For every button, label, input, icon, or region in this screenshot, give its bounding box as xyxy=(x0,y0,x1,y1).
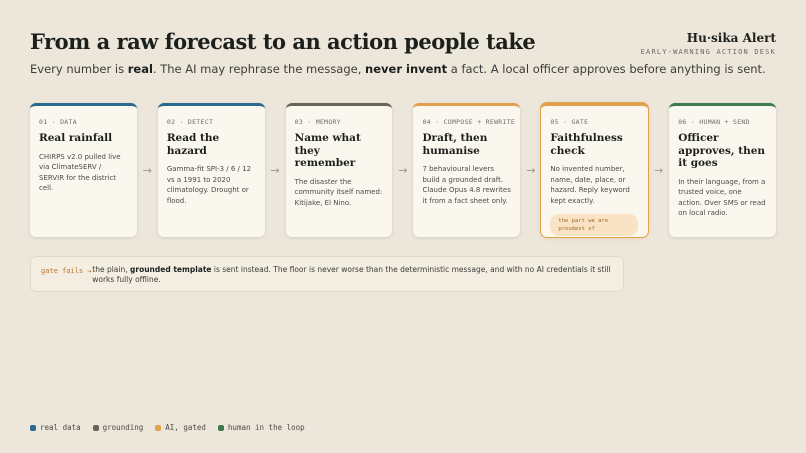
legend-label: human in the loop xyxy=(227,423,305,432)
brand-name: Hu·sika Alert xyxy=(686,31,776,45)
brand-tagline: EARLY-WARNING ACTION DESK xyxy=(640,48,776,56)
legend-label: AI, gated xyxy=(165,423,206,432)
step-title: Real rainfall xyxy=(39,132,113,144)
legend: real data grounding AI, gated human in t… xyxy=(30,423,317,432)
arrow-right-icon: → xyxy=(398,163,408,177)
step-title: Officer approves, then it goes xyxy=(678,132,766,169)
legend-swatch xyxy=(30,424,36,431)
step-title: Name what they remember xyxy=(294,132,361,169)
step-card-human-send: 06 · HUMAN + SEND Officer approves, then… xyxy=(669,103,777,237)
arrow-right-icon: → xyxy=(270,163,280,177)
page-title: From a raw forecast to an action people … xyxy=(30,29,536,54)
gate-text-part: the plain, xyxy=(92,265,130,274)
subtitle-part: Every number is xyxy=(30,62,128,76)
proudest-badge: the part we are proudest of xyxy=(550,214,639,236)
arrow-right-icon: → xyxy=(142,163,152,177)
legend-item-human-in-the-loop: human in the loop xyxy=(217,423,305,432)
step-number: 02 · DETECT xyxy=(166,118,214,126)
gate-fails-text: the plain, grounded template is sent ins… xyxy=(92,265,613,291)
step-number: 04 · COMPOSE + REWRITE xyxy=(422,118,516,126)
step-body: 7 behavioural levers build a grounded dr… xyxy=(422,165,511,205)
arrow-right-icon: → xyxy=(654,163,664,177)
step-card-gate: 05 · GATE Faithfulness check No invented… xyxy=(541,103,649,237)
page-subtitle: Every number is real. The AI may rephras… xyxy=(30,62,766,76)
step-body: The disaster the community itself named:… xyxy=(294,177,383,207)
legend-swatch xyxy=(92,424,99,431)
pipeline-steps: 01 · DATA Real rainfall CHIRPS v2.0 pull… xyxy=(30,103,777,237)
step-number: 05 · GATE xyxy=(550,118,589,126)
subtitle-emphasis-real: real xyxy=(127,62,153,76)
subtitle-emphasis-never-invent: never invent xyxy=(365,62,448,76)
legend-item-real-data: real data xyxy=(30,423,81,432)
arrow-right-icon: → xyxy=(526,163,536,177)
step-number: 01 · DATA xyxy=(39,118,77,126)
subtitle-part: . The AI may rephrase the message, xyxy=(152,62,366,76)
legend-label: grounding xyxy=(102,423,144,432)
step-title: Read the hazard xyxy=(166,132,220,157)
step-card-memory: 03 · MEMORY Name what they remember The … xyxy=(285,103,393,237)
step-card-compose: 04 · COMPOSE + REWRITE Draft, then human… xyxy=(413,103,521,237)
step-card-data: 01 · DATA Real rainfall CHIRPS v2.0 pull… xyxy=(30,103,137,237)
step-body: In their language, from a trusted voice,… xyxy=(678,177,766,218)
step-body: CHIRPS v2.0 pulled live via ClimateSERV … xyxy=(39,152,121,193)
step-body: Gamma-fit SPI-3 / 6 / 12 vs a 1991 to 20… xyxy=(166,165,252,205)
legend-item-ai-gated: AI, gated xyxy=(155,423,206,432)
legend-label: real data xyxy=(40,423,81,432)
subtitle-part: a fact. A local officer approves before … xyxy=(447,62,766,76)
gate-fails-note: gate fails → the plain, grounded templat… xyxy=(30,256,624,292)
gate-text-emphasis: grounded template xyxy=(130,265,212,274)
step-card-detect: 02 · DETECT Read the hazard Gamma-fit SP… xyxy=(157,103,265,237)
step-title: Draft, then humanise xyxy=(422,132,488,157)
gate-fails-label: gate fails → xyxy=(41,267,92,275)
step-number: 06 · HUMAN + SEND xyxy=(678,118,750,126)
legend-swatch xyxy=(155,424,162,431)
step-body: No invented number, name, date, place, o… xyxy=(550,165,630,205)
legend-swatch xyxy=(217,424,224,431)
step-number: 03 · MEMORY xyxy=(294,118,341,126)
step-title: Faithfulness check xyxy=(550,132,623,157)
legend-item-grounding: grounding xyxy=(92,423,144,432)
